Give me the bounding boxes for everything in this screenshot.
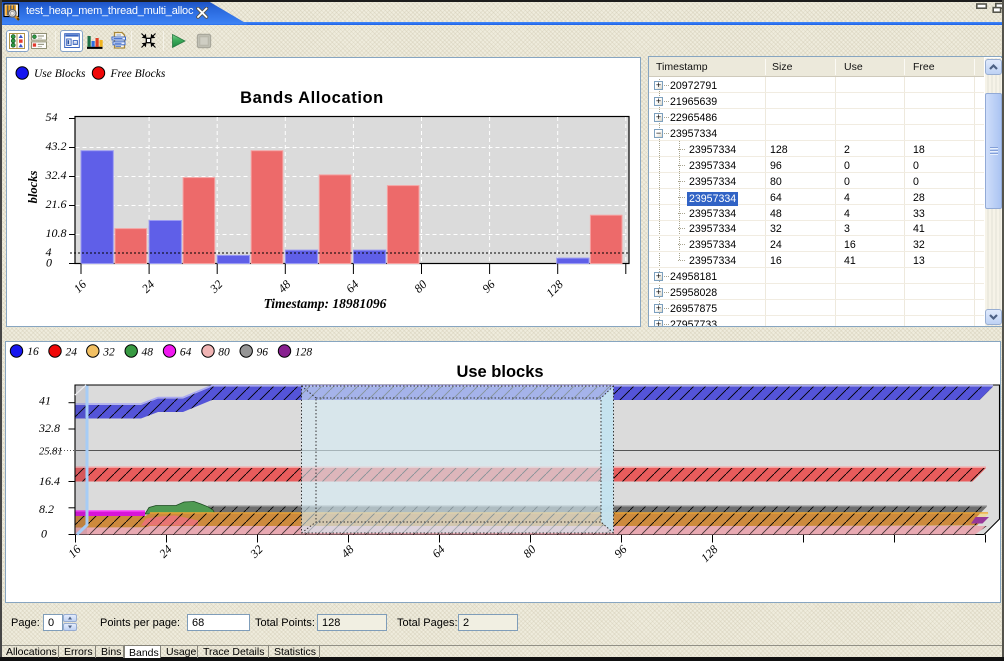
svg-text:blocks: blocks: [26, 171, 40, 204]
svg-text:0: 0: [46, 256, 52, 270]
svg-text:128: 128: [543, 277, 566, 300]
svg-text:64: 64: [429, 542, 447, 560]
svg-text:48: 48: [275, 277, 293, 295]
svg-text:80: 80: [520, 542, 538, 560]
svg-text:41: 41: [39, 394, 51, 408]
svg-text:64: 64: [343, 277, 361, 295]
svg-text:8.2: 8.2: [39, 502, 54, 516]
svg-text:43.2: 43.2: [46, 139, 67, 153]
svg-text:32: 32: [206, 277, 225, 296]
svg-text:25.81: 25.81: [39, 447, 63, 458]
svg-text:16.4: 16.4: [39, 474, 60, 488]
svg-text:Use blocks: Use blocks: [456, 363, 543, 381]
svg-text:48: 48: [338, 542, 356, 560]
svg-text:64: 64: [180, 347, 192, 359]
svg-text:16: 16: [71, 277, 89, 295]
svg-text:80: 80: [411, 277, 429, 295]
svg-text:48: 48: [142, 347, 154, 359]
svg-text:54: 54: [46, 110, 58, 124]
svg-text:Use Blocks: Use Blocks: [34, 68, 86, 80]
svg-text:16: 16: [65, 542, 83, 560]
svg-text:32.4: 32.4: [45, 168, 67, 182]
svg-text:Bands Allocation: Bands Allocation: [240, 89, 384, 107]
svg-text:Timestamp: 18981096: Timestamp: 18981096: [264, 296, 387, 311]
svg-text:96: 96: [479, 277, 497, 295]
svg-text:80: 80: [218, 347, 230, 359]
svg-text:128: 128: [698, 542, 721, 565]
svg-text:0: 0: [41, 527, 47, 541]
svg-text:Free Blocks: Free Blocks: [110, 68, 166, 80]
svg-text:32: 32: [102, 347, 115, 359]
svg-text:16: 16: [27, 346, 39, 358]
svg-text:21.6: 21.6: [46, 197, 67, 211]
svg-text:128: 128: [295, 347, 313, 359]
svg-text:10.8: 10.8: [46, 226, 67, 240]
svg-text:24: 24: [66, 347, 78, 359]
svg-text:32.8: 32.8: [38, 421, 60, 435]
svg-text:96: 96: [257, 347, 269, 359]
svg-text:24: 24: [139, 277, 157, 295]
svg-text:32: 32: [247, 542, 266, 561]
svg-text:96: 96: [611, 542, 629, 560]
svg-text:24: 24: [156, 542, 174, 560]
